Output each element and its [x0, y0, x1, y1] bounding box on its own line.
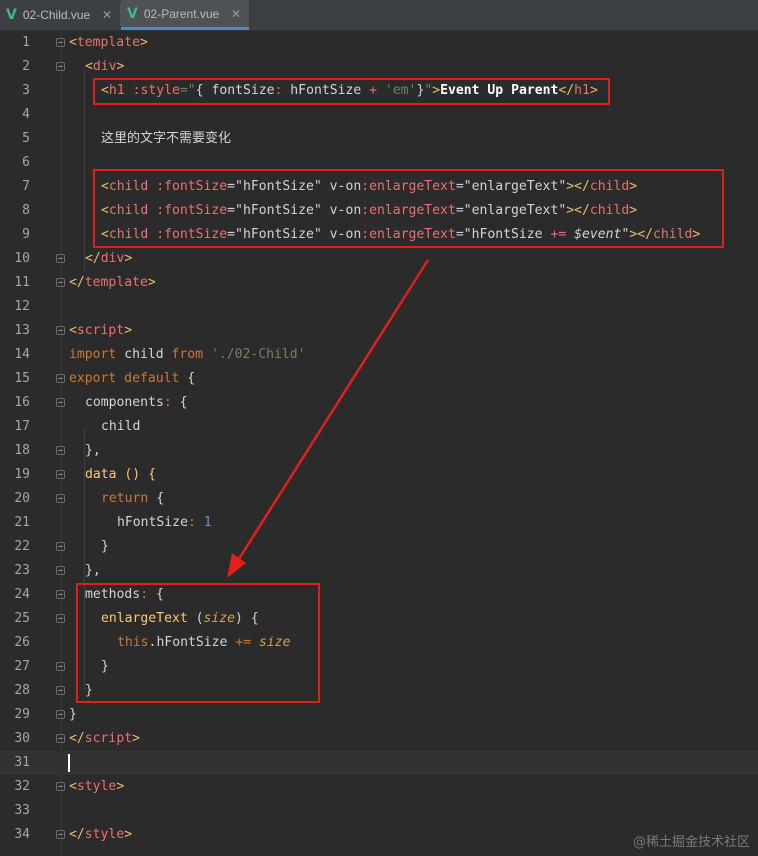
annotation-arrow [227, 259, 430, 578]
arrow-shaft [235, 259, 430, 563]
arrow-head [227, 553, 246, 578]
watermark: @稀土掘金技术社区 [632, 835, 750, 850]
